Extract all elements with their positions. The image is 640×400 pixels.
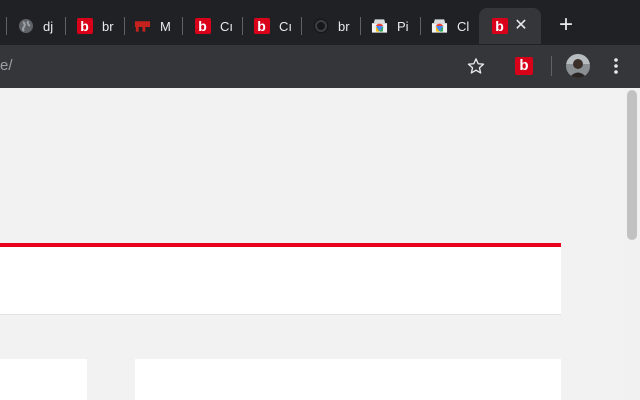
- tab-label: Cı: [279, 18, 292, 34]
- tab-1[interactable]: dj: [5, 8, 65, 44]
- tab-7[interactable]: Pi: [359, 8, 419, 44]
- avatar[interactable]: [566, 54, 590, 78]
- toolbar: e/ b: [0, 45, 640, 88]
- b-logo-letter: b: [515, 57, 533, 75]
- b-logo-icon: b: [491, 18, 508, 35]
- tab-active[interactable]: b ✕: [479, 8, 541, 44]
- tab-strip: dj b br M b Cı b Cı br Pi Cl b ✕ +: [0, 0, 640, 45]
- b-logo-icon: b: [253, 18, 270, 35]
- tab-3[interactable]: M: [122, 8, 182, 44]
- chrome-store-icon: [371, 18, 388, 35]
- b-logo-letter: b: [253, 18, 270, 34]
- content-card-right: [135, 359, 561, 400]
- page-content: [0, 88, 624, 400]
- tab-label: br: [338, 18, 350, 34]
- header-panel: [0, 247, 561, 315]
- new-tab-button[interactable]: +: [553, 13, 579, 39]
- chrome-store-icon: [431, 18, 448, 35]
- tab-8[interactable]: Cl: [419, 8, 479, 44]
- globe-icon: [17, 18, 34, 35]
- tab-label: Cl: [457, 18, 470, 34]
- github-icon: [312, 18, 329, 35]
- red-flag-icon: [134, 18, 151, 35]
- tab-label: br: [102, 18, 114, 34]
- star-icon[interactable]: [465, 55, 487, 77]
- tab-6[interactable]: br: [300, 8, 358, 44]
- b-logo-letter: b: [76, 18, 93, 34]
- address-bar-url[interactable]: e/: [0, 57, 13, 74]
- b-logo-icon[interactable]: b: [513, 55, 535, 77]
- b-logo-letter: b: [194, 18, 211, 34]
- tab-2[interactable]: b br: [64, 8, 122, 44]
- content-card-left: [0, 359, 87, 400]
- tab-label: M: [160, 18, 171, 34]
- tab-label: dj: [43, 18, 54, 34]
- tab-4[interactable]: b Cı: [182, 8, 240, 44]
- close-tab-icon[interactable]: ✕: [513, 18, 529, 34]
- tab-label: Pi: [397, 18, 409, 34]
- scrollbar-thumb[interactable]: [627, 90, 637, 240]
- kebab-menu-icon[interactable]: [606, 55, 626, 77]
- toolbar-separator: [551, 56, 552, 76]
- b-logo-icon: b: [76, 18, 93, 35]
- tab-5[interactable]: b Cı: [241, 8, 299, 44]
- b-logo-icon: b: [194, 18, 211, 35]
- tab-label: Cı: [220, 18, 233, 34]
- b-logo-letter: b: [491, 18, 508, 34]
- vertical-scrollbar[interactable]: [624, 88, 640, 400]
